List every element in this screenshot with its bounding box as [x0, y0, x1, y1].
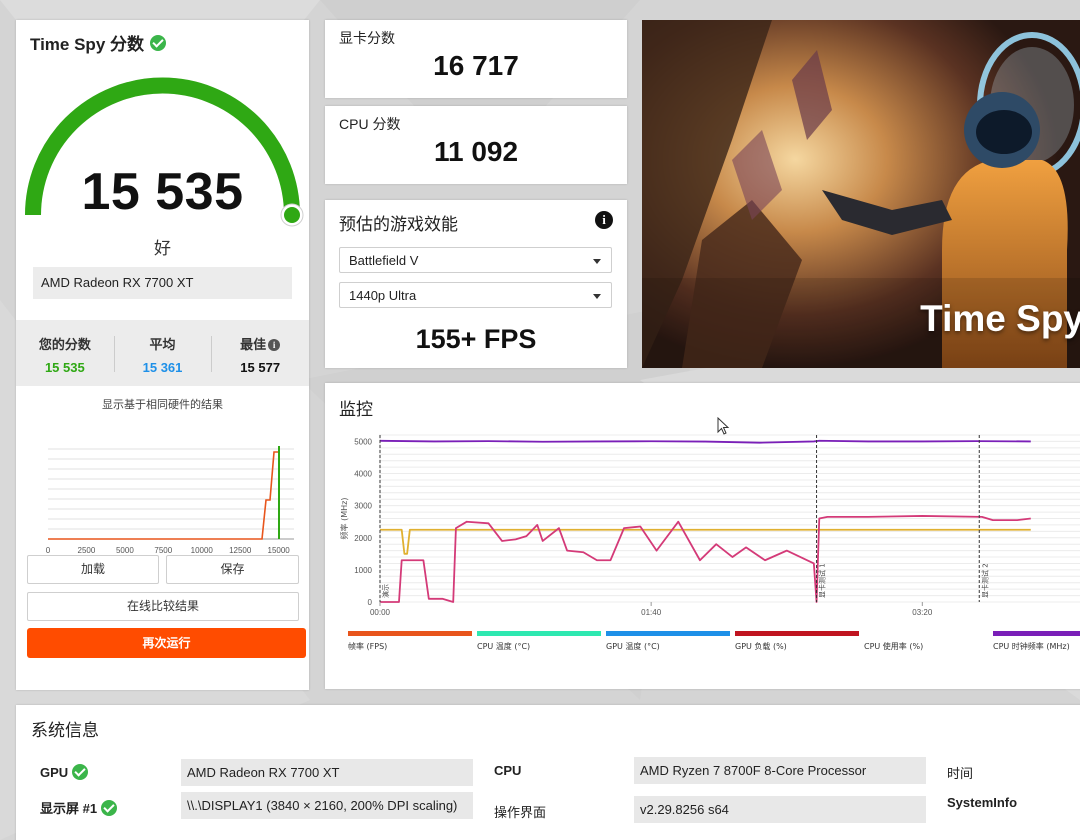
legend-swatch[interactable]: [863, 630, 989, 637]
cpu-value: AMD Ryzen 7 8700F 8-Core Processor: [634, 757, 926, 784]
y-tick-label: 5000: [354, 437, 372, 446]
histogram-tick-label: 12500: [229, 546, 252, 555]
your-score-label: 您的分数: [38, 337, 91, 352]
cpu-label: CPU: [494, 763, 522, 778]
check-icon: [101, 799, 118, 816]
histogram-tick-label: 15000: [268, 546, 291, 555]
score-title: Time Spy 分数: [30, 30, 166, 55]
average-score-value: 15 361: [142, 360, 183, 375]
y-tick-label: 0: [368, 598, 373, 607]
estimated-performance-card: 预估的游戏效能 i Battlefield V 1440p Ultra 155+…: [325, 200, 627, 368]
info-icon[interactable]: i: [268, 339, 281, 351]
legend-swatch[interactable]: [735, 631, 859, 636]
score-compare-row: 您的分数 15 535 平均 15 361 最佳 i 15 577: [16, 320, 309, 386]
y-tick-label: 3000: [354, 502, 372, 511]
game-select[interactable]: Battlefield V: [339, 247, 612, 273]
preset-select[interactable]: 1440p Ultra: [339, 282, 612, 308]
systeminfo-label: SystemInfo: [947, 795, 1018, 810]
x-tick-label: 03:20: [912, 608, 933, 617]
cpu-score-value: 11 092: [433, 136, 519, 167]
time-label: 时间: [947, 766, 974, 781]
estimated-fps: 155+ FPS: [415, 324, 537, 354]
save-button[interactable]: 保存: [166, 555, 299, 584]
test-marker-label: 显卡测试 1: [818, 563, 827, 598]
your-score-column: 您的分数 15 535: [16, 320, 114, 386]
graphics-score-card: 显卡分数 16 717: [325, 20, 627, 98]
load-button[interactable]: 加载: [27, 555, 159, 584]
best-score-label-text: 最佳: [240, 337, 267, 352]
legend-swatch[interactable]: [993, 631, 1080, 636]
legend-label[interactable]: GPU 温度 (°C): [606, 641, 660, 651]
histogram-tick-label: 2500: [78, 546, 96, 555]
system-info-title: 系统信息: [31, 721, 99, 740]
score-title-text: Time Spy 分数: [30, 35, 144, 54]
your-score-value: 15 535: [44, 360, 85, 375]
monitoring-chart: 演示 显卡测试 1 显卡测试 2 0 1000 2000 3000 4000 5000 频率 (…: [339, 434, 1080, 651]
info-icon[interactable]: i: [595, 211, 613, 229]
compare-online-button[interactable]: 在线比较结果: [27, 592, 299, 621]
legend-label[interactable]: CPU 温度 (°C): [477, 641, 530, 651]
y-tick-label: 1000: [354, 566, 372, 575]
chevron-down-icon: [593, 294, 601, 299]
gpu-label-text: GPU: [40, 764, 69, 780]
overall-score: 15 535: [81, 163, 244, 221]
os-label: 操作界面: [494, 805, 547, 820]
system-info-panel: 系统信息 GPU AMD Radeon RX 7700 XT 显示屏 #1 \\…: [16, 705, 1080, 840]
os-value: v2.29.8256 s64: [634, 796, 926, 823]
mouse-cursor-icon: [717, 417, 730, 435]
series-line: [379, 439, 1031, 444]
score-panel: Time Spy 分数 15 535 好 AMD Radeon RX 7700 …: [16, 20, 309, 690]
graphics-score-value: 16 717: [433, 50, 519, 81]
histogram-tick-label: 10000: [191, 546, 214, 555]
legend-label[interactable]: CPU 时钟频率 (MHz): [993, 641, 1070, 651]
x-tick-label: 01:40: [641, 608, 662, 617]
best-score-value: 15 577: [240, 360, 281, 375]
histogram-tick-label: 7500: [154, 546, 172, 555]
display-label-text: 显示屏 #1: [40, 801, 98, 816]
histogram-tick-label: 5000: [116, 546, 134, 555]
best-score-label: 最佳 i: [211, 334, 309, 353]
chevron-down-icon: [593, 259, 601, 264]
gpu-label: GPU: [40, 764, 89, 780]
test-marker-label: 显卡测试 2: [980, 563, 989, 598]
legend-label[interactable]: 帧率 (FPS): [348, 641, 387, 651]
check-icon: [150, 34, 166, 51]
best-score-column: 最佳 i 15 577: [211, 320, 309, 386]
legend-label[interactable]: CPU 使用率 (%): [864, 641, 923, 651]
average-score-label: 平均: [149, 337, 176, 352]
cpu-score-card: CPU 分数 11 092: [325, 106, 627, 184]
estimated-performance-title: 预估的游戏效能: [339, 215, 458, 234]
game-select-value: Battlefield V: [349, 253, 419, 268]
legend-label[interactable]: GPU 负载 (%): [735, 641, 787, 651]
test-marker-label: 演示: [381, 584, 390, 598]
hero-title: Time Spy: [920, 298, 1080, 339]
gpu-value: AMD Radeon RX 7700 XT: [181, 759, 473, 786]
display-label: 显示屏 #1: [40, 798, 118, 817]
rating-label: 好: [154, 239, 171, 258]
graphics-score-label: 显卡分数: [339, 30, 395, 46]
histogram-tick-label: 0: [46, 546, 51, 555]
hero-banner: Time Spy: [642, 20, 1080, 368]
y-tick-label: 4000: [354, 470, 372, 479]
legend-swatch[interactable]: [348, 631, 472, 636]
legend-swatch[interactable]: [477, 631, 601, 636]
x-tick-label: 00:00: [370, 608, 391, 617]
display-value: \\.\DISPLAY1 (3840 × 2160, 200% DPI scal…: [181, 792, 473, 819]
gpu-name: AMD Radeon RX 7700 XT: [33, 267, 292, 299]
histogram-distribution-line: [48, 451, 278, 540]
run-again-button[interactable]: 再次运行: [27, 628, 306, 658]
score-histogram: 0 2500 5000 7500 10000 12500 15000: [46, 446, 294, 555]
y-axis-label: 频率 (MHz): [339, 498, 349, 540]
check-icon: [72, 764, 89, 780]
y-tick-label: 2000: [354, 534, 372, 543]
preset-select-value: 1440p Ultra: [349, 288, 417, 303]
average-score-column: 平均 15 361: [113, 320, 212, 386]
monitoring-panel: 监控 演示 显卡测试 1 显卡测试 2 0 1000 2000 3000 4000 5000 频…: [325, 383, 1080, 689]
legend-swatch[interactable]: [606, 631, 730, 636]
histogram-caption: 显示基于相同硬件的结果: [102, 399, 223, 411]
cpu-score-label: CPU 分数: [339, 116, 401, 132]
